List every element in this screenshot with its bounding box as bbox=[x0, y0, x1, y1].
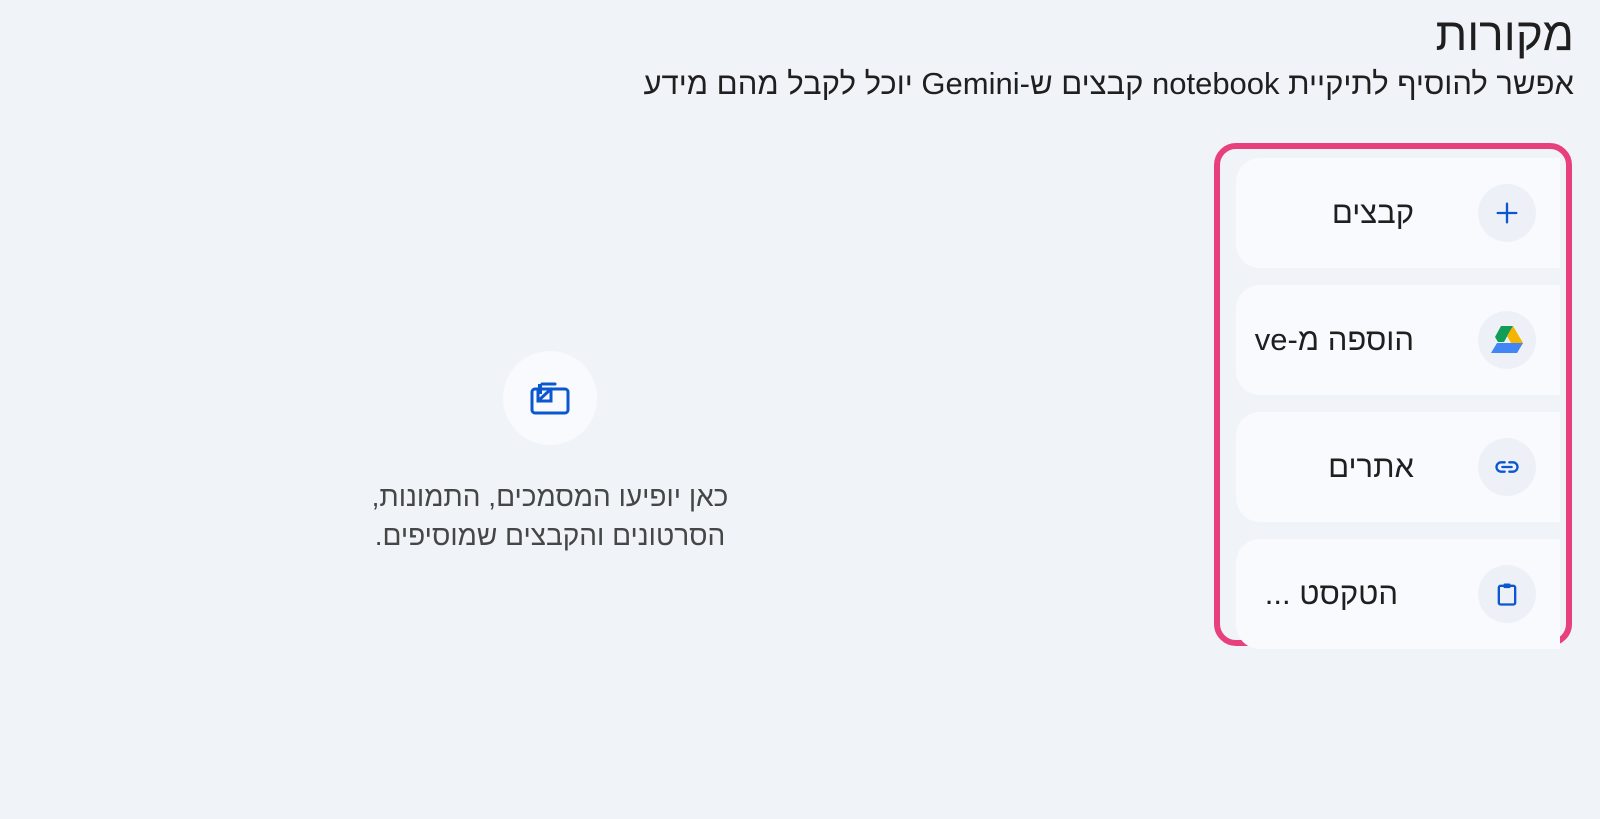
empty-state-line-1: כאן יופיעו המסמכים, התמונות, bbox=[371, 481, 729, 512]
page-subtitle: אפשר להוסיף לתיקיית notebook קבצים ש-Gem… bbox=[643, 66, 1574, 101]
add-from-drive-label: הוספה מ-ve bbox=[1254, 322, 1414, 357]
empty-state: כאן יופיעו המסמכים, התמונות, הסרטונים וה… bbox=[300, 351, 800, 555]
paste-text-label: הטקסט ... bbox=[1264, 576, 1398, 611]
paste-text-button[interactable]: הטקסט ... bbox=[1236, 539, 1560, 649]
add-files-label: קבצים bbox=[1331, 195, 1414, 230]
google-drive-icon bbox=[1478, 311, 1536, 369]
empty-state-message: כאן יופיעו המסמכים, התמונות, הסרטונים וה… bbox=[300, 477, 800, 555]
add-files-button[interactable]: קבצים bbox=[1236, 158, 1560, 268]
sources-stack-icon bbox=[503, 351, 597, 445]
add-sources-menu: קבצים הוספה מ-ve אתרים הטקסט ... bbox=[1214, 143, 1572, 649]
clipboard-icon bbox=[1478, 565, 1536, 623]
link-icon bbox=[1478, 438, 1536, 496]
empty-state-line-2: הסרטונים והקבצים שמוסיפים. bbox=[374, 520, 726, 551]
plus-icon bbox=[1478, 184, 1536, 242]
add-websites-button[interactable]: אתרים bbox=[1236, 412, 1560, 522]
page-title: מקורות bbox=[1435, 8, 1574, 60]
add-from-drive-button[interactable]: הוספה מ-ve bbox=[1236, 285, 1560, 395]
add-websites-label: אתרים bbox=[1328, 449, 1414, 484]
